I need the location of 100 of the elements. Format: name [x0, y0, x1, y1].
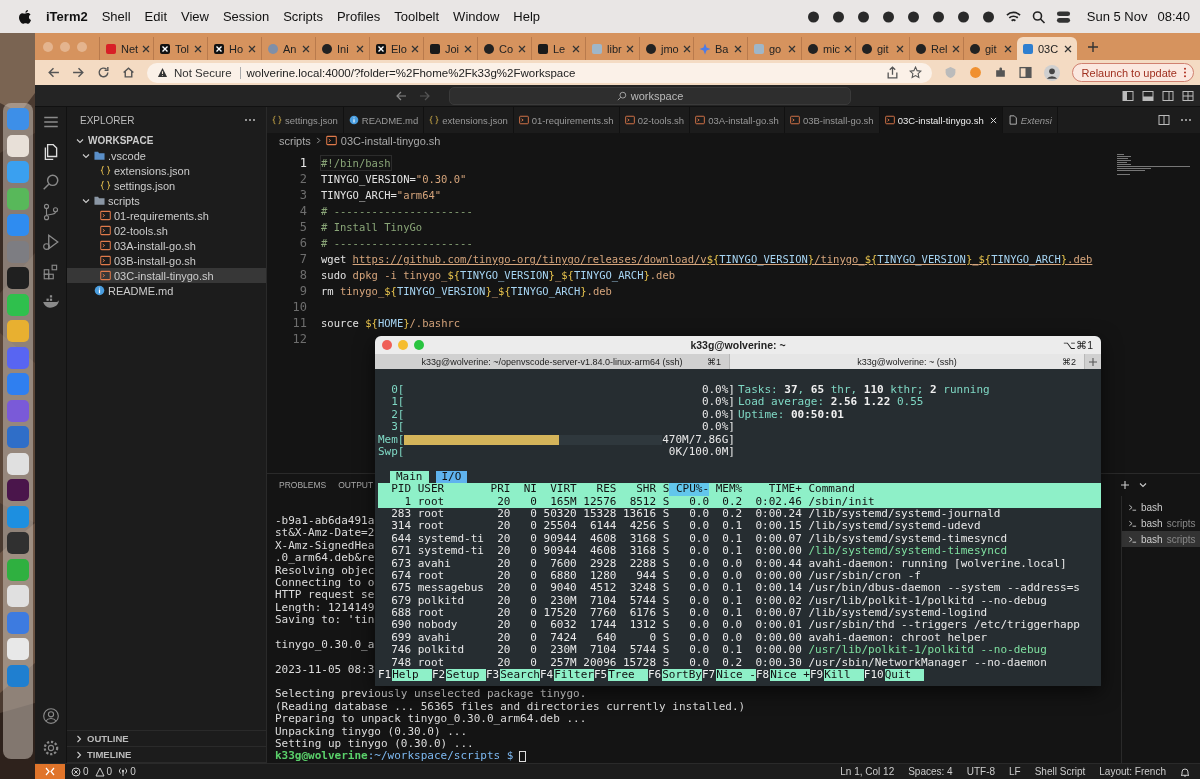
status-item[interactable]: UTF-8	[966, 766, 996, 777]
circle-icon[interactable]	[930, 9, 946, 24]
circle-icon[interactable]	[905, 9, 921, 24]
editor-tab[interactable]: Extensi	[1002, 107, 1058, 133]
circle-icon[interactable]	[980, 9, 996, 24]
puzzle-icon[interactable]	[993, 66, 1007, 79]
menu-item[interactable]: Window	[453, 9, 500, 24]
terminal-list-item[interactable]: bash scripts	[1122, 515, 1200, 531]
process-row[interactable]: 675 messagebus 20 0 9040 4512 3248 S 0.0 0.1 0:00.14 /usr/bin/dbus-daemon --system --address=s	[378, 582, 1101, 595]
htop-tab[interactable]: Main	[390, 470, 429, 484]
back-arrow-icon[interactable]	[395, 89, 407, 102]
editor-tab[interactable]: 03C-install-tinygo.sh	[879, 107, 1003, 133]
whale-icon[interactable]	[41, 293, 60, 311]
menu-item[interactable]: View	[181, 9, 209, 24]
layout-icon[interactable]	[1182, 89, 1194, 102]
minimap[interactable]	[1117, 154, 1192, 177]
extensions-icon[interactable]	[41, 263, 60, 281]
layout-icon[interactable]	[1162, 89, 1174, 102]
column-header[interactable]: USER	[411, 483, 484, 496]
status-item[interactable]: Layout: French	[1099, 766, 1166, 777]
status-count[interactable]: 0	[83, 766, 89, 777]
reload-icon[interactable]	[97, 66, 110, 79]
chevron-icon[interactable]	[1138, 480, 1148, 490]
section-header[interactable]: OUTLINE	[67, 731, 266, 747]
split-editor-icon[interactable]	[1158, 114, 1170, 126]
status-count[interactable]: 0	[130, 766, 136, 777]
column-header[interactable]: CPU%-	[669, 483, 710, 496]
close-window-icon[interactable]	[382, 340, 392, 350]
layout-icon[interactable]	[1122, 89, 1134, 102]
remote-icon[interactable]	[35, 764, 65, 779]
circle-icon[interactable]	[830, 9, 846, 24]
menu-item[interactable]: Scripts	[283, 9, 323, 24]
process-row[interactable]: 748 root 20 0 257M 20096 15728 S 0.0 0.2 0:00.30 /usr/sbin/NetworkManager --no-daemon	[378, 656, 1101, 670]
tree-item[interactable]: 03C-install-tinygo.sh	[67, 268, 266, 283]
process-row[interactable]: 688 root 20 0 17520 7760 6176 S 0.0 0.1 0:00.07 /lib/systemd/systemd-logind	[378, 607, 1101, 620]
process-row[interactable]: 673 avahi 20 0 7600 2928 2288 S 0.0 0.0 0:00.44 avahi-daemon: running [wolverine.local]	[378, 557, 1101, 570]
process-row[interactable]: 679 polkitd 20 0 230M 7104 5744 S 0.0 0.1 0:00.02 /usr/lib/polkit-1/polkitd --no-debug	[378, 594, 1101, 608]
wifi-icon[interactable]	[1005, 9, 1021, 24]
account-icon[interactable]	[41, 707, 60, 725]
process-row[interactable]: 699 avahi 20 0 7424 640 0 S 0.0 0.0 0:00.00 avahi-daemon: chroot helper	[378, 631, 1101, 645]
column-header[interactable]: RES	[576, 483, 617, 496]
status-item[interactable]: Spaces: 4	[908, 766, 953, 777]
app-icon[interactable]	[7, 452, 29, 475]
process-row[interactable]: 674 root 20 0 6880 1280 944 S 0.0 0.0 0:00.00 /usr/sbin/cron -f	[378, 569, 1101, 583]
chevron-icon[interactable]	[82, 151, 90, 160]
app-icon[interactable]	[7, 532, 29, 554]
panel-tab[interactable]: OUTPUT	[338, 480, 374, 490]
process-row[interactable]: 644 systemd-ti 20 0 90944 4608 3168 S 0.0 0.1 0:00.07 /lib/systemd/systemd-timesyncd	[378, 532, 1101, 546]
layout-icon[interactable]	[1142, 89, 1154, 102]
terminal-list-item[interactable]: bash	[1122, 499, 1200, 515]
close-icon[interactable]	[1064, 44, 1072, 53]
menu-item[interactable]: Help	[513, 9, 541, 24]
column-header[interactable]: MEM%	[709, 483, 743, 496]
plus-icon[interactable]	[1087, 40, 1099, 53]
tree-item[interactable]: settings.json	[67, 178, 266, 193]
tree-item[interactable]: extensions.json	[67, 163, 266, 178]
editor-tab[interactable]: extensions.json	[424, 107, 514, 133]
command-search-field[interactable]: workspace	[449, 86, 851, 105]
circle-icon[interactable]	[855, 9, 871, 24]
terminal-list-item[interactable]: bash scripts	[1122, 531, 1200, 547]
sidebar-icon[interactable]	[1018, 66, 1032, 79]
process-row[interactable]: 746 polkitd 20 0 230M 7104 5744 S 0.0 0.1 0:00.00 /usr/lib/polkit-1/polkitd --no-debug	[378, 644, 1101, 657]
column-header[interactable]: PID	[378, 483, 412, 496]
process-row[interactable]: 690 nobody 20 0 6032 1744 1312 S 0.0 0.0 0:00.01 /usr/sbin/thd --triggers /etc/triggerhapp	[378, 619, 1101, 632]
editor-tab[interactable]: 03A-install-go.sh	[690, 107, 785, 133]
tree-item[interactable]: 03B-install-go.sh	[67, 253, 266, 268]
chevron-icon[interactable]	[82, 196, 90, 205]
tree-item[interactable]: 01-requirements.sh	[67, 208, 266, 223]
column-header[interactable]: TIME+	[742, 483, 802, 496]
menu-app-name[interactable]: iTerm2	[46, 9, 88, 24]
search-icon[interactable]	[1030, 9, 1046, 24]
share-icon[interactable]	[885, 66, 899, 79]
tree-item[interactable]: .vscode	[67, 148, 266, 163]
more-icon[interactable]	[244, 118, 256, 122]
forward-arrow-icon[interactable]	[72, 66, 85, 79]
address-bar[interactable]: Not Secure wolverine.local:4000/?folder=%2Fhome%2Fk33g%2Fworkspace	[147, 62, 932, 83]
editor-tab[interactable]: 02-tools.sh	[619, 107, 691, 133]
status-item[interactable]: LF	[1009, 766, 1021, 777]
menu-item[interactable]: Edit	[144, 9, 167, 24]
column-header[interactable]: Command	[801, 483, 1101, 496]
tree-item[interactable]: README.md	[67, 283, 266, 298]
circle-icon[interactable]	[805, 9, 821, 24]
htop-tab[interactable]: I/O	[435, 470, 468, 484]
status-item[interactable]: Ln 1, Col 12	[840, 766, 895, 777]
breadcrumb-item[interactable]: 03C-install-tinygo.sh	[340, 134, 441, 147]
process-row[interactable]: 283 root 20 0 50320 15328 13616 S 0.0 0.2 0:00.24 /lib/systemd/systemd-journald	[378, 507, 1101, 521]
relaunch-button[interactable]: Relaunch to update	[1071, 63, 1194, 82]
app-icon[interactable]	[7, 267, 29, 289]
menu-item[interactable]: Shell	[101, 9, 131, 24]
column-header[interactable]: PRI	[483, 483, 511, 496]
bell-icon[interactable]	[1180, 766, 1190, 777]
editor-tab[interactable]: 03B-install-go.sh	[784, 107, 880, 133]
column-header[interactable]: NI	[510, 483, 537, 496]
status-count[interactable]: 0	[106, 766, 113, 777]
menu-item[interactable]: Toolbelt	[394, 9, 440, 24]
tree-item[interactable]: 02-tools.sh	[67, 223, 266, 238]
menu-item[interactable]: Session	[222, 9, 270, 24]
status-item[interactable]: Shell Script	[1034, 766, 1086, 777]
column-header[interactable]: SHR	[616, 483, 657, 496]
toggle-icon[interactable]	[1055, 9, 1071, 24]
